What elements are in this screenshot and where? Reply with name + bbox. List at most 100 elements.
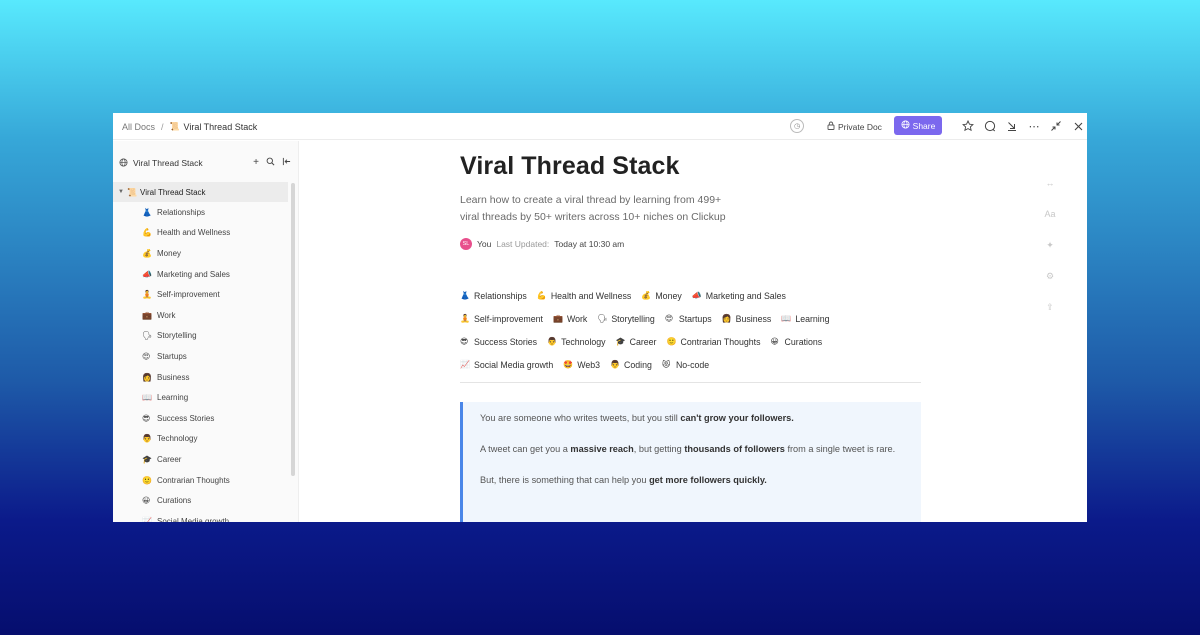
tag-link[interactable]: 😎 Success Stories (460, 337, 537, 347)
caret-down-icon[interactable]: ▼ (118, 189, 127, 195)
share-button[interactable]: Share (894, 116, 942, 135)
sidebar-item[interactable]: 📖 Learning (113, 387, 288, 408)
sidebar-item[interactable]: 👗 Relationships (113, 202, 288, 223)
tag-link[interactable]: 🙂 Contrarian Thoughts (666, 337, 760, 347)
tag-link[interactable]: 👩 Business (722, 314, 772, 324)
text: A tweet can get you a (480, 444, 571, 454)
private-doc-button[interactable]: Private Doc (827, 119, 882, 134)
sidebar-item-label: Career (157, 454, 182, 464)
sidebar-item[interactable]: 👨 Technology (113, 429, 288, 450)
emoji-icon: 📈 (142, 516, 152, 522)
scroll-icon: 📜 (169, 122, 180, 131)
tag-row: 🧘 Self-improvement 💼 Work 🗣 Storytelling 😍 Star… (460, 307, 930, 330)
plus-icon[interactable]: + (253, 157, 259, 169)
tag-link[interactable]: 📣 Marketing and Sales (692, 291, 786, 301)
tag-label: Learning (795, 313, 830, 324)
sidebar-item-label: Self-improvement (157, 290, 220, 300)
sidebar-item-label: Success Stories (157, 413, 215, 423)
callout-block[interactable]: You are someone who writes tweets, but y… (460, 402, 921, 522)
emoji-icon: 💪 (142, 228, 152, 238)
search-icon[interactable] (266, 157, 275, 169)
comment-icon[interactable] (983, 119, 997, 133)
tag-link[interactable]: 👨 Technology (547, 337, 606, 347)
tag-link[interactable]: 💪 Health and Wellness (537, 291, 632, 301)
tag-link[interactable]: 🎓 Career (616, 337, 657, 347)
tag-row: 😎 Success Stories 👨 Technology 🎓 Career 🙂 Contr… (460, 330, 930, 353)
author-line: SL You Last Updated: Today at 10:30 am (460, 238, 624, 250)
tag-label: Curations (784, 336, 823, 347)
emoji-icon: 📖 (781, 314, 792, 323)
tag-link[interactable]: 😀 Curations (771, 337, 823, 347)
settings-icon[interactable]: ⚙ (1040, 271, 1060, 302)
lock-icon (827, 121, 835, 132)
collapse-icon[interactable] (1049, 119, 1063, 133)
sidebar-item-label: Contrarian Thoughts (157, 475, 230, 485)
export-icon[interactable]: ⇪ (1040, 302, 1060, 333)
tag-link[interactable]: 📖 Learning (781, 314, 829, 324)
tag-link[interactable]: 📈 Social Media growth (460, 360, 553, 370)
sidebar-title[interactable]: Viral Thread Stack (133, 158, 203, 168)
sidebar-item[interactable]: 🙂 Contrarian Thoughts (113, 470, 288, 491)
collapse-sidebar-icon[interactable] (282, 157, 291, 169)
sidebar-item[interactable]: 📈 Social Media growth (113, 511, 288, 522)
text: from a single tweet is rare. (784, 444, 896, 454)
magic-icon[interactable]: ✦ (1040, 240, 1060, 271)
sidebar-item[interactable]: 😍 Startups (113, 346, 288, 367)
tag-link[interactable]: 💰 Money (641, 291, 681, 301)
sidebar-item-label: Viral Thread Stack (140, 187, 206, 197)
divider (460, 382, 921, 383)
sidebar-item[interactable]: 💪 Health and Wellness (113, 223, 288, 244)
sidebar-item[interactable]: 🧘 Self-improvement (113, 284, 288, 305)
bold-text: thousands of followers (684, 444, 785, 454)
clock-icon[interactable]: ◷ (790, 119, 804, 133)
tag-label: Contrarian Thoughts (680, 336, 761, 347)
tag-link[interactable]: 💼 Work (553, 314, 587, 324)
page-subtitle[interactable]: Learn how to create a viral thread by le… (460, 192, 730, 226)
emoji-icon: 💼 (142, 310, 152, 320)
tag-label: Web3 (577, 359, 601, 370)
scroll-icon: 📜 (127, 187, 137, 197)
text: You are someone who writes tweets, but y… (480, 413, 681, 423)
close-icon[interactable] (1071, 119, 1085, 133)
star-icon[interactable] (961, 119, 975, 133)
tag-link[interactable]: 🗣 Storytelling (597, 314, 655, 324)
sidebar-item-label: Storytelling (157, 331, 197, 341)
sidebar-item[interactable]: 🎓 Career (113, 449, 288, 470)
breadcrumb-separator: / (161, 121, 164, 132)
tag-link[interactable]: 🤩 Web3 (563, 360, 600, 370)
sidebar-item[interactable]: 💼 Work (113, 305, 288, 326)
width-icon[interactable]: ↔ (1040, 178, 1060, 209)
sidebar-item[interactable]: 📣 Marketing and Sales (113, 264, 288, 285)
globe-icon (901, 120, 910, 131)
emoji-icon: 👩 (721, 314, 732, 323)
author-name: You (477, 239, 492, 249)
tag-link[interactable]: 😻 No-code (662, 360, 709, 370)
emoji-icon: 😎 (142, 413, 151, 423)
sidebar-item[interactable]: 😀 Curations (113, 490, 288, 511)
tag-row: 👗 Relationships 💪 Health and Wellness 💰 Money… (460, 284, 930, 307)
page-title[interactable]: Viral Thread Stack (460, 152, 680, 181)
sidebar-scrollbar[interactable] (291, 183, 295, 476)
sidebar-item[interactable]: 😎 Success Stories (113, 408, 288, 429)
private-doc-label: Private Doc (838, 121, 882, 132)
sidebar-item-root[interactable]: ▼ 📜 Viral Thread Stack (113, 182, 288, 202)
tag-link[interactable]: 👗 Relationships (460, 291, 527, 301)
more-icon[interactable]: ⋯ (1027, 119, 1041, 133)
breadcrumb-all-docs[interactable]: All Docs (122, 122, 155, 132)
breadcrumb-current[interactable]: Viral Thread Stack (184, 122, 258, 132)
sidebar-item-label: Startups (157, 351, 187, 361)
tag-label: Self-improvement (474, 313, 543, 324)
tag-link[interactable]: 😍 Startups (665, 314, 712, 324)
sidebar-item[interactable]: 💰 Money (113, 243, 288, 264)
tag-row: 📈 Social Media growth 🤩 Web3 👨 Coding 😻 No-code (460, 353, 930, 376)
emoji-icon: 📈 (460, 360, 470, 369)
download-icon[interactable] (1005, 119, 1019, 133)
callout-paragraph: But, there is something that can help yo… (480, 473, 905, 488)
sidebar-item[interactable]: 🗣 Storytelling (113, 326, 288, 347)
tag-link[interactable]: 🧘 Self-improvement (460, 314, 543, 324)
sidebar-item[interactable]: 👩 Business (113, 367, 288, 388)
tag-link[interactable]: 👨 Coding (610, 360, 652, 370)
tag-label: Money (655, 290, 682, 301)
font-icon[interactable]: Aa (1040, 209, 1060, 240)
avatar[interactable]: SL (460, 238, 472, 250)
